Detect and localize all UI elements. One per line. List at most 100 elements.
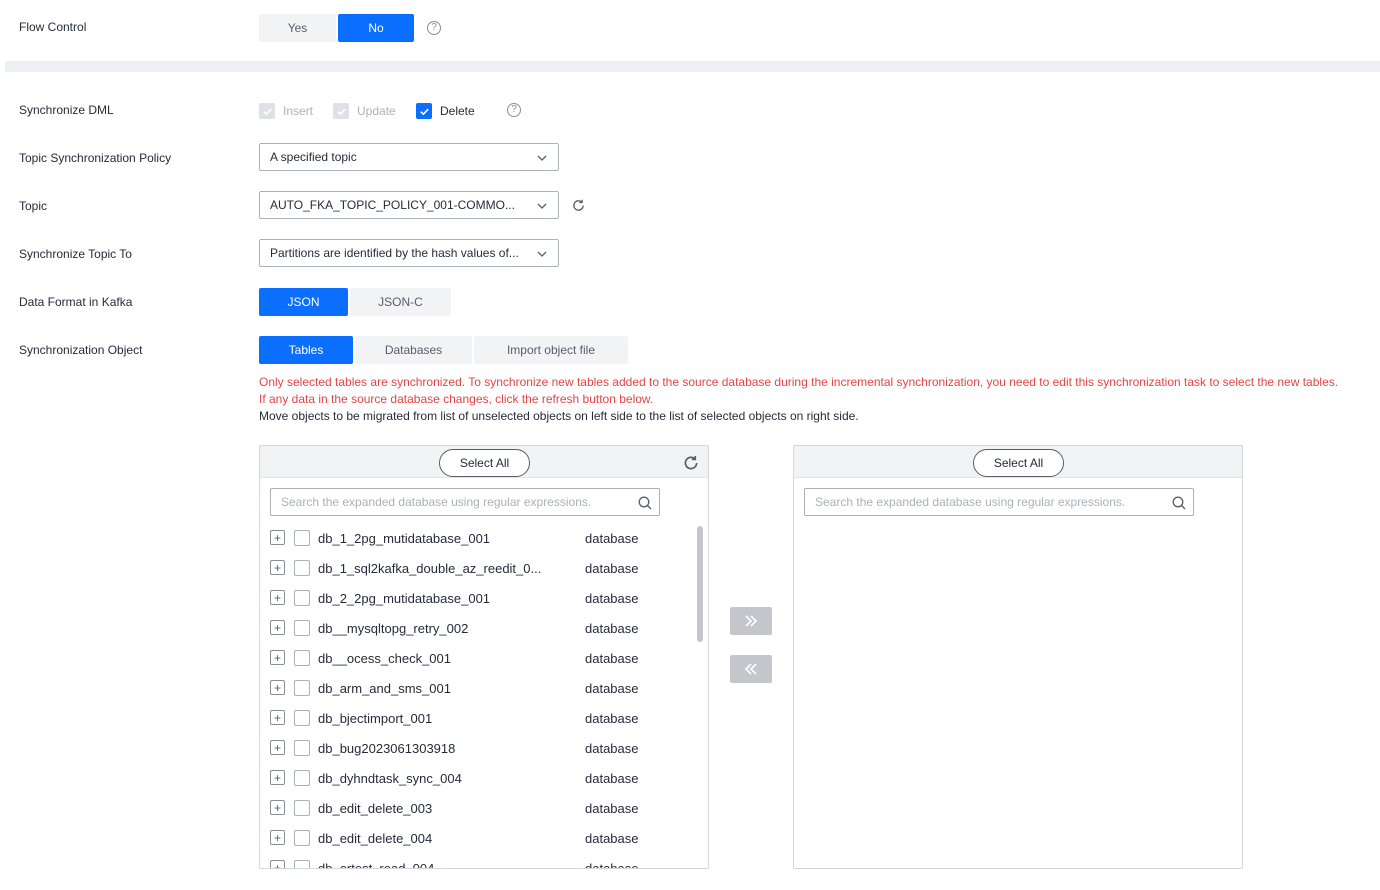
expand-plus-icon[interactable]: + bbox=[270, 770, 285, 785]
topic-policy-select[interactable]: A specified topic bbox=[259, 143, 559, 171]
expand-plus-icon[interactable]: + bbox=[270, 560, 285, 575]
list-item[interactable]: + db_edit_delete_004 database bbox=[260, 823, 696, 853]
double-chevron-right-icon bbox=[745, 615, 758, 627]
search-icon[interactable] bbox=[637, 495, 653, 511]
question-circle-icon[interactable]: ? bbox=[507, 103, 521, 117]
list-item[interactable]: + db__ocess_check_001 database bbox=[260, 643, 696, 673]
row-checkbox[interactable] bbox=[294, 740, 310, 756]
row-name: db_bjectimport_001 bbox=[318, 711, 433, 726]
instruction-text: Move objects to be migrated from list of… bbox=[259, 409, 859, 423]
sync-dml-label: Synchronize DML bbox=[19, 103, 114, 117]
delete-checkbox-label[interactable]: Delete bbox=[440, 104, 475, 118]
sync-object-label: Synchronization Object bbox=[19, 343, 143, 357]
list-item[interactable]: + db_bjectimport_001 database bbox=[260, 703, 696, 733]
expand-plus-icon[interactable]: + bbox=[270, 590, 285, 605]
refresh-icon[interactable] bbox=[682, 454, 700, 472]
double-chevron-left-icon bbox=[744, 663, 757, 675]
update-checkbox-label: Update bbox=[357, 104, 396, 118]
topic-policy-label: Topic Synchronization Policy bbox=[19, 151, 172, 165]
search-icon[interactable] bbox=[1171, 495, 1187, 511]
right-search-input[interactable]: Search the expanded database using regul… bbox=[804, 488, 1194, 516]
expand-plus-icon[interactable]: + bbox=[270, 620, 285, 635]
list-item[interactable]: + db_1_sql2kafka_double_az_reedit_0... d… bbox=[260, 553, 696, 583]
notice-line-2: If any data in the source database chang… bbox=[259, 392, 654, 406]
row-name: db_bug2023061303918 bbox=[318, 741, 456, 756]
refresh-icon[interactable] bbox=[571, 198, 586, 213]
insert-checkbox-label: Insert bbox=[283, 104, 314, 118]
insert-checkbox bbox=[259, 103, 275, 119]
list-scrollbar[interactable] bbox=[697, 526, 703, 642]
row-checkbox[interactable] bbox=[294, 800, 310, 816]
row-name: db_edit_delete_003 bbox=[318, 801, 433, 816]
move-left-button[interactable] bbox=[730, 655, 772, 683]
unselected-objects-panel: Select All Search the expanded database … bbox=[259, 445, 709, 869]
expand-plus-icon[interactable]: + bbox=[270, 860, 285, 868]
move-right-button[interactable] bbox=[730, 607, 772, 635]
topic-select[interactable]: AUTO_FKA_TOPIC_POLICY_001-COMMO... bbox=[259, 191, 559, 219]
list-item[interactable]: + db_1_2pg_mutidatabase_001 database bbox=[260, 523, 696, 553]
tab-tables[interactable]: Tables bbox=[259, 336, 353, 364]
expand-plus-icon[interactable]: + bbox=[270, 830, 285, 845]
row-checkbox[interactable] bbox=[294, 830, 310, 846]
list-item[interactable]: + db_ertest_read_004 database bbox=[260, 853, 696, 869]
chevron-down-icon bbox=[537, 251, 547, 257]
data-format-label: Data Format in Kafka bbox=[19, 295, 133, 309]
list-item[interactable]: + db__mysqltopg_retry_002 database bbox=[260, 613, 696, 643]
row-name: db_1_sql2kafka_double_az_reedit_0... bbox=[318, 561, 542, 576]
flow-control-yes-button[interactable]: Yes bbox=[259, 14, 336, 42]
right-select-all-button[interactable]: Select All bbox=[973, 449, 1064, 477]
row-type: database bbox=[585, 531, 639, 546]
row-name: db__ocess_check_001 bbox=[318, 651, 451, 666]
row-checkbox[interactable] bbox=[294, 770, 310, 786]
expand-plus-icon[interactable]: + bbox=[270, 800, 285, 815]
question-circle-icon[interactable]: ? bbox=[427, 21, 441, 35]
sync-topic-to-value: Partitions are identified by the hash va… bbox=[270, 246, 519, 260]
expand-plus-icon[interactable]: + bbox=[270, 740, 285, 755]
data-format-json-button[interactable]: JSON bbox=[259, 288, 348, 316]
list-item[interactable]: + db_dyhndtask_sync_004 database bbox=[260, 763, 696, 793]
list-item[interactable]: + db_bug2023061303918 database bbox=[260, 733, 696, 763]
list-item[interactable]: + db_2_2pg_mutidatabase_001 database bbox=[260, 583, 696, 613]
row-checkbox[interactable] bbox=[294, 620, 310, 636]
flow-control-label: Flow Control bbox=[19, 20, 87, 34]
topic-policy-value: A specified topic bbox=[270, 150, 357, 164]
data-format-json-c-button[interactable]: JSON-C bbox=[350, 288, 451, 316]
flow-control-no-button[interactable]: No bbox=[338, 14, 414, 42]
selected-objects-panel: Select All Search the expanded database … bbox=[793, 445, 1243, 869]
row-checkbox[interactable] bbox=[294, 710, 310, 726]
sync-topic-to-select[interactable]: Partitions are identified by the hash va… bbox=[259, 239, 559, 267]
left-search-input[interactable]: Search the expanded database using regul… bbox=[270, 488, 660, 516]
row-type: database bbox=[585, 561, 639, 576]
row-type: database bbox=[585, 651, 639, 666]
row-checkbox[interactable] bbox=[294, 860, 310, 868]
expand-plus-icon[interactable]: + bbox=[270, 710, 285, 725]
row-checkbox[interactable] bbox=[294, 560, 310, 576]
row-checkbox[interactable] bbox=[294, 650, 310, 666]
row-name: db_dyhndtask_sync_004 bbox=[318, 771, 462, 786]
delete-checkbox[interactable] bbox=[416, 103, 432, 119]
row-name: db_2_2pg_mutidatabase_001 bbox=[318, 591, 491, 606]
tab-import-object-file[interactable]: Import object file bbox=[474, 336, 628, 364]
left-search-placeholder: Search the expanded database using regul… bbox=[281, 495, 592, 509]
row-checkbox[interactable] bbox=[294, 530, 310, 546]
left-select-all-button[interactable]: Select All bbox=[439, 449, 530, 477]
row-checkbox[interactable] bbox=[294, 590, 310, 606]
right-search-placeholder: Search the expanded database using regul… bbox=[815, 495, 1126, 509]
row-type: database bbox=[585, 771, 639, 786]
row-name: db_edit_delete_004 bbox=[318, 831, 433, 846]
row-checkbox[interactable] bbox=[294, 680, 310, 696]
section-divider bbox=[5, 61, 1380, 72]
tab-databases[interactable]: Databases bbox=[355, 336, 472, 364]
list-item[interactable]: + db_arm_and_sms_001 database bbox=[260, 673, 696, 703]
expand-plus-icon[interactable]: + bbox=[270, 680, 285, 695]
expand-plus-icon[interactable]: + bbox=[270, 650, 285, 665]
row-type: database bbox=[585, 591, 639, 606]
expand-plus-icon[interactable]: + bbox=[270, 530, 285, 545]
chevron-down-icon bbox=[537, 155, 547, 161]
row-type: database bbox=[585, 621, 639, 636]
topic-value: AUTO_FKA_TOPIC_POLICY_001-COMMO... bbox=[270, 198, 515, 212]
list-item[interactable]: + db_edit_delete_003 database bbox=[260, 793, 696, 823]
sync-topic-to-label: Synchronize Topic To bbox=[19, 247, 132, 261]
row-type: database bbox=[585, 861, 639, 869]
row-name: db_1_2pg_mutidatabase_001 bbox=[318, 531, 491, 546]
